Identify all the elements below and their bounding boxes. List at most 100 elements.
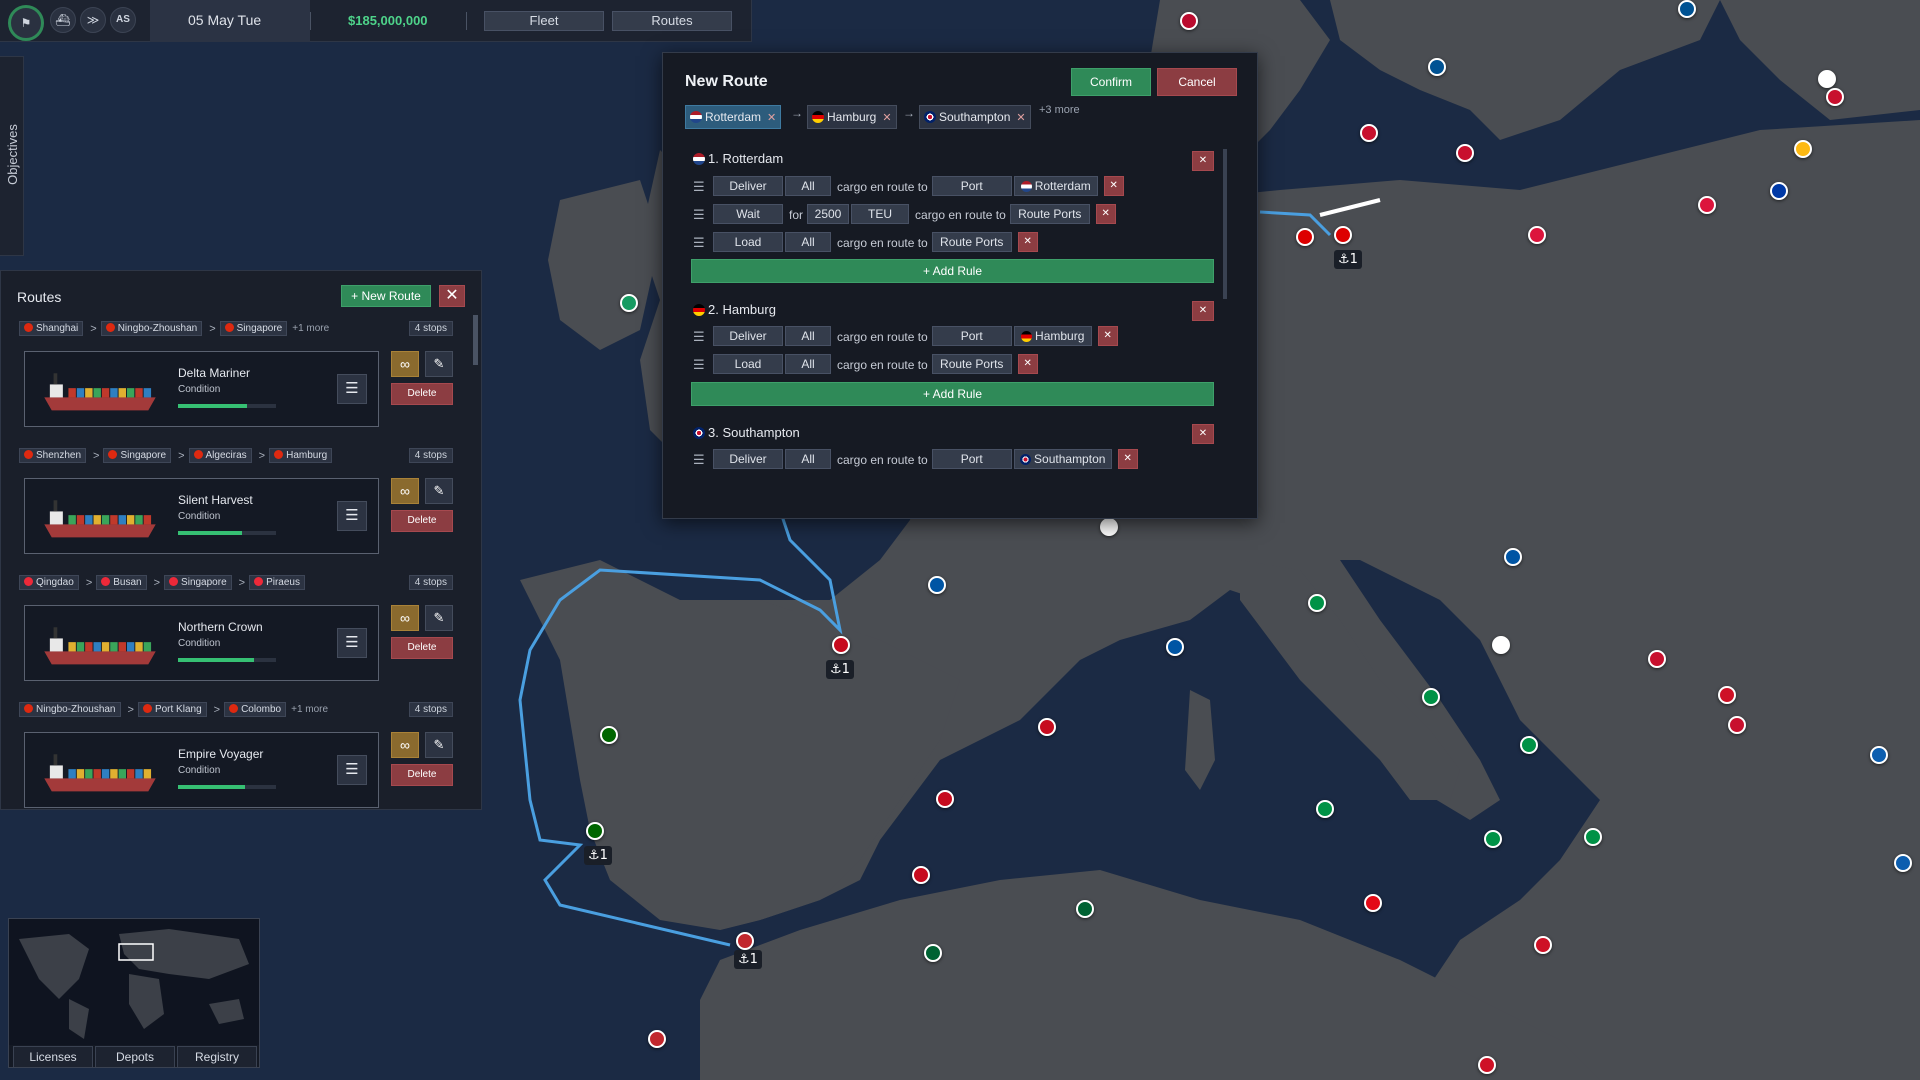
- stop-chip[interactable]: Ningbo-Zhoushan: [19, 702, 121, 717]
- port-flag-icon[interactable]: [648, 1030, 666, 1048]
- infinite-loop-icon[interactable]: ∞: [391, 478, 419, 504]
- port-flag-icon[interactable]: [1422, 688, 1440, 706]
- delete-button[interactable]: Delete: [391, 637, 453, 659]
- port-flag-icon[interactable]: [1484, 830, 1502, 848]
- stop-chip[interactable]: Shenzhen: [19, 448, 87, 463]
- remove-rule-button[interactable]: ✕: [1117, 449, 1138, 469]
- fleet-button[interactable]: Fleet: [484, 11, 604, 31]
- port-flag-icon[interactable]: [1100, 518, 1118, 536]
- port-flag-icon[interactable]: [1428, 58, 1446, 76]
- port-flag-icon[interactable]: [1678, 0, 1696, 18]
- stop-chip[interactable]: Ningbo-Zhoushan: [100, 321, 203, 336]
- target-select[interactable]: Route Ports: [1009, 204, 1090, 224]
- target-select[interactable]: Route Ports: [931, 354, 1012, 374]
- stop-chip[interactable]: Singapore: [103, 448, 172, 463]
- ship-card[interactable]: Northern Crown Condition ☰: [24, 605, 379, 681]
- infinite-loop-icon[interactable]: ∞: [391, 732, 419, 758]
- quantity-select[interactable]: All: [785, 326, 831, 346]
- action-select[interactable]: Wait: [713, 204, 783, 224]
- remove-rule-button[interactable]: ✕: [1017, 232, 1038, 252]
- path-chip-southampton[interactable]: Southampton ✕: [919, 105, 1031, 129]
- delete-button[interactable]: Delete: [391, 510, 453, 532]
- action-select[interactable]: Deliver: [713, 326, 783, 346]
- port-flag-icon[interactable]: [1534, 936, 1552, 954]
- port-flag-icon[interactable]: [1584, 828, 1602, 846]
- scrollbar[interactable]: [473, 315, 478, 365]
- stop-chip[interactable]: Hamburg: [269, 448, 333, 463]
- port-select[interactable]: Hamburg: [1013, 326, 1092, 346]
- port-flag-icon[interactable]: [1520, 736, 1538, 754]
- edit-pencil-icon[interactable]: ✎: [425, 605, 453, 631]
- forward-icon-button[interactable]: ≫: [80, 7, 106, 33]
- quantity-select[interactable]: All: [785, 449, 831, 469]
- stop-chip[interactable]: Singapore: [219, 321, 288, 336]
- drag-handle-icon[interactable]: ☰: [693, 354, 707, 376]
- stop-chip[interactable]: Busan: [96, 575, 147, 590]
- port-select[interactable]: Rotterdam: [1013, 176, 1098, 196]
- port-flag-icon[interactable]: [936, 790, 954, 808]
- target-select[interactable]: Port: [931, 176, 1012, 196]
- stop-chip[interactable]: Piraeus: [249, 575, 305, 590]
- stop-chip[interactable]: Shanghai: [19, 321, 84, 336]
- target-select[interactable]: Route Ports: [931, 232, 1012, 252]
- port-flag-icon[interactable]: [1818, 70, 1836, 88]
- port-flag-icon[interactable]: [1648, 650, 1666, 668]
- port-flag-icon[interactable]: [1894, 854, 1912, 872]
- port-flag-icon[interactable]: [1166, 638, 1184, 656]
- port-flag-icon[interactable]: [1296, 228, 1314, 246]
- port-flag-icon[interactable]: [832, 636, 850, 654]
- drag-handle-icon[interactable]: ☰: [693, 326, 707, 348]
- remove-rule-button[interactable]: ✕: [1095, 204, 1116, 224]
- add-rule-button[interactable]: + Add Rule: [691, 382, 1214, 406]
- remove-icon[interactable]: ✕: [1016, 112, 1025, 124]
- action-select[interactable]: Deliver: [713, 176, 783, 196]
- delete-button[interactable]: Delete: [391, 383, 453, 405]
- port-flag-icon[interactable]: [586, 822, 604, 840]
- registry-tab[interactable]: Registry: [177, 1046, 257, 1068]
- scrollbar[interactable]: [1223, 149, 1227, 299]
- menu-icon[interactable]: ☰: [337, 501, 367, 531]
- edit-pencil-icon[interactable]: ✎: [425, 732, 453, 758]
- stop-chip[interactable]: Qingdao: [19, 575, 79, 590]
- port-flag-icon[interactable]: [928, 576, 946, 594]
- stop-chip[interactable]: Algeciras: [188, 448, 252, 463]
- edit-pencil-icon[interactable]: ✎: [425, 351, 453, 377]
- remove-icon[interactable]: ✕: [767, 112, 776, 124]
- amount-input[interactable]: 2500: [807, 204, 850, 224]
- path-chip-hamburg[interactable]: Hamburg ✕: [807, 105, 897, 129]
- port-flag-icon[interactable]: [1308, 594, 1326, 612]
- port-flag-icon[interactable]: [1770, 182, 1788, 200]
- quantity-select[interactable]: All: [785, 232, 831, 252]
- target-select[interactable]: Port: [931, 326, 1012, 346]
- ship-card[interactable]: Empire Voyager Condition ☰: [24, 732, 379, 808]
- remove-rule-button[interactable]: ✕: [1017, 354, 1038, 374]
- ship-icon-button[interactable]: ⛴: [50, 7, 76, 33]
- drag-handle-icon[interactable]: ☰: [693, 176, 707, 198]
- port-flag-icon[interactable]: [1492, 636, 1510, 654]
- action-select[interactable]: Load: [713, 354, 783, 374]
- depots-tab[interactable]: Depots: [95, 1046, 175, 1068]
- drag-handle-icon[interactable]: ☰: [693, 204, 707, 226]
- port-flag-icon[interactable]: [1718, 686, 1736, 704]
- port-flag-icon[interactable]: [912, 866, 930, 884]
- cancel-button[interactable]: Cancel: [1157, 68, 1237, 96]
- action-select[interactable]: Deliver: [713, 449, 783, 469]
- port-flag-icon[interactable]: [1504, 548, 1522, 566]
- port-flag-icon[interactable]: [1698, 196, 1716, 214]
- avatar[interactable]: AS: [110, 7, 136, 33]
- action-select[interactable]: Load: [713, 232, 783, 252]
- path-chip-rotterdam[interactable]: Rotterdam ✕: [685, 105, 782, 129]
- port-flag-icon[interactable]: [924, 944, 942, 962]
- delete-button[interactable]: Delete: [391, 764, 453, 786]
- menu-icon[interactable]: ☰: [337, 374, 367, 404]
- routes-button[interactable]: Routes: [612, 11, 732, 31]
- edit-pencil-icon[interactable]: ✎: [425, 478, 453, 504]
- menu-icon[interactable]: ☰: [337, 628, 367, 658]
- add-rule-button[interactable]: + Add Rule: [691, 259, 1214, 283]
- port-flag-icon[interactable]: [1728, 716, 1746, 734]
- close-icon[interactable]: ✕: [439, 285, 465, 307]
- port-anchor-label[interactable]: ⚓1: [826, 660, 854, 679]
- stop-chip[interactable]: Port Klang: [137, 702, 207, 717]
- port-flag-icon[interactable]: [1180, 12, 1198, 30]
- port-anchor-label[interactable]: ⚓1: [734, 950, 762, 969]
